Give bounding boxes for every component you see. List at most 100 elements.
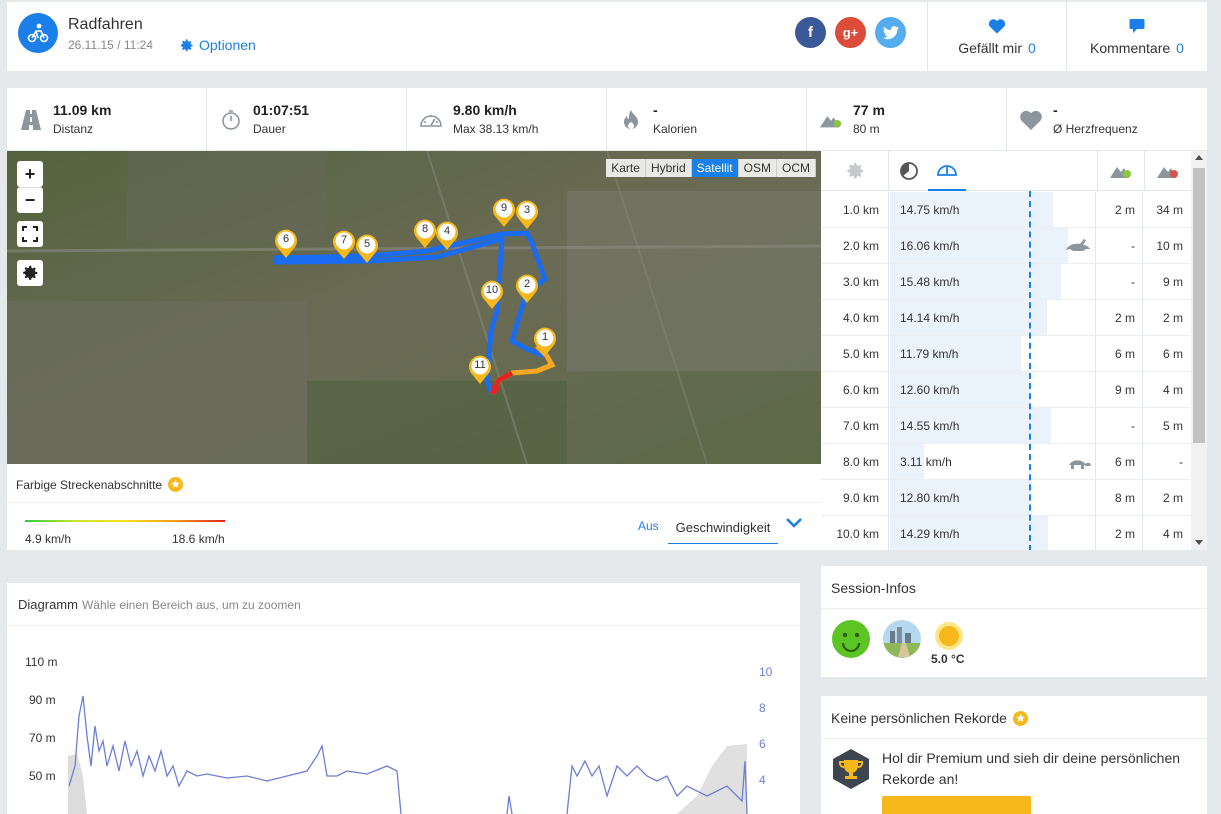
records-panel: Keine persönlichen Rekorde Hol dir Premi… [821, 696, 1207, 814]
route-marker[interactable]: 11 [468, 355, 492, 385]
diagram-header: Diagramm Wähle einen Bereich aus, um zu z… [18, 597, 301, 612]
records-text: Hol dir Premium und sieh dir deine persö… [882, 750, 1181, 787]
stat-label: Distanz [53, 122, 94, 136]
map-type-hybrid[interactable]: Hybrid [645, 159, 692, 177]
zoom-out-button[interactable]: − [17, 187, 43, 213]
split-row[interactable]: 7.0 km 14.55 km/h - 5 m [821, 408, 1191, 444]
split-row[interactable]: 9.0 km 12.80 km/h 8 m 2 m [821, 480, 1191, 516]
splits-scrollbar[interactable] [1191, 151, 1207, 550]
colored-segments-toggle[interactable]: Farbige Streckenabschnitte [16, 477, 184, 492]
split-row[interactable]: 1.0 km 14.75 km/h 2 m 34 m [821, 192, 1191, 228]
google-share-button[interactable]: g+ [835, 17, 866, 48]
route-marker-label: 1 [541, 331, 549, 343]
zoom-in-button[interactable]: + [17, 161, 43, 187]
options-button[interactable]: Optionen [179, 37, 256, 53]
stat-label: Max 38.13 km/h [453, 122, 539, 136]
split-elevation-loss: 6 m [1162, 346, 1183, 361]
options-label: Optionen [199, 37, 256, 53]
split-km: 10.0 km [821, 516, 889, 550]
split-row[interactable]: 10.0 km 14.29 km/h 2 m 4 m [821, 516, 1191, 550]
stat-calories: - Kalorien [607, 88, 807, 150]
route-marker[interactable]: 1 [533, 327, 557, 357]
route-marker[interactable]: 3 [515, 200, 539, 230]
split-km: 3.0 km [821, 264, 889, 299]
split-speed-cell: 11.79 km/h [890, 336, 1096, 371]
y-left-tick: 70 m [29, 731, 56, 745]
twitter-share-button[interactable] [875, 17, 906, 48]
route-marker[interactable]: 6 [274, 229, 298, 259]
split-row[interactable]: 8.0 km 3.11 km/h 6 m - [821, 444, 1191, 480]
map-type-ocm[interactable]: OCM [777, 159, 816, 177]
split-speed-cell: 14.75 km/h [890, 192, 1096, 227]
get-premium-button[interactable] [882, 796, 1031, 814]
split-row[interactable]: 2.0 km 16.06 km/h -10 m [821, 228, 1191, 264]
split-row[interactable]: 6.0 km 12.60 km/h 9 m 4 m [821, 372, 1191, 408]
split-speed-cell: 16.06 km/h [890, 228, 1096, 263]
coloring-off-button[interactable]: Aus [638, 519, 659, 533]
route-marker-label: 11 [474, 359, 486, 371]
map-type-karte[interactable]: Karte [606, 159, 646, 177]
diagram-chart[interactable]: 110 m 90 m 70 m 50 m 10 8 6 4 [7, 626, 800, 814]
split-elevation-gain: - [1097, 264, 1143, 299]
stat-elevation: 77 m 80 m [807, 88, 1007, 150]
stat-value: - [1053, 102, 1058, 118]
heart-icon [1019, 108, 1043, 132]
map-settings-button[interactable] [17, 260, 43, 286]
scroll-down-icon[interactable] [1195, 540, 1203, 545]
split-elevation-loss: 4 m [1162, 526, 1183, 541]
stat-label: Kalorien [653, 122, 698, 136]
scroll-up-icon[interactable] [1195, 155, 1203, 160]
fullscreen-button[interactable] [17, 221, 43, 247]
split-elevation-gain: - [1097, 408, 1143, 443]
split-km: 8.0 km [821, 444, 889, 479]
diagram-panel: Diagramm Wähle einen Bereich aus, um zu z… [7, 583, 800, 814]
chevron-down-icon[interactable] [785, 516, 803, 533]
elevation-down-icon [1157, 167, 1178, 178]
route-marker[interactable]: 5 [355, 234, 379, 264]
diagram-title: Diagramm [18, 597, 78, 612]
split-row[interactable]: 5.0 km 11.79 km/h 6 m 6 m [821, 336, 1191, 372]
route-marker[interactable]: 7 [332, 230, 356, 260]
y-left-tick: 50 m [29, 769, 56, 783]
speed-gradient-legend [25, 520, 225, 522]
route-marker[interactable]: 10 [480, 280, 504, 310]
route-marker[interactable]: 2 [515, 274, 539, 304]
split-speed: 3.11 km/h [900, 455, 952, 469]
map-type-osm[interactable]: OSM [738, 159, 777, 177]
tab-pace[interactable] [890, 151, 928, 191]
split-speed-cell: 15.48 km/h [890, 264, 1096, 299]
average-speed-line [1029, 191, 1031, 550]
scroll-thumb[interactable] [1193, 168, 1205, 443]
route-marker[interactable]: 8 [413, 219, 437, 249]
split-row[interactable]: 4.0 km 14.14 km/h 2 m 2 m [821, 300, 1191, 336]
elevation-area [677, 744, 747, 814]
comment-icon [1129, 18, 1145, 33]
split-speed: 12.60 km/h [900, 383, 960, 397]
comments-label: Kommentare [1090, 39, 1171, 56]
split-km: 7.0 km [821, 408, 889, 443]
y-right-tick: 10 [759, 665, 773, 679]
route-marker[interactable]: 4 [435, 221, 459, 251]
mixed-surface-icon [883, 620, 921, 658]
comments-button[interactable]: Kommentare 0 [1067, 2, 1207, 71]
session-info-panel: Session-Infos 5.0 °C [821, 566, 1207, 677]
split-row[interactable]: 3.0 km 15.48 km/h - 9 m [821, 264, 1191, 300]
route-marker[interactable]: 9 [492, 198, 516, 228]
map-type-satellit[interactable]: Satellit [691, 159, 739, 177]
diagram-hint: Wähle einen Bereich aus, um zu zoomen [81, 598, 301, 612]
splits-settings-button[interactable] [821, 151, 889, 191]
split-speed-cell: 14.55 km/h [890, 408, 1096, 443]
coloring-metric-label: Geschwindigkeit [675, 520, 771, 535]
gear-icon [846, 162, 863, 179]
like-button[interactable]: Gefällt mir 0 [928, 2, 1066, 71]
activity-date: 26.11.15 / 11:24 [68, 38, 153, 52]
sun-icon [935, 622, 963, 650]
coloring-metric-select[interactable]: Geschwindigkeit [668, 512, 778, 544]
comments-count: 0 [1176, 39, 1184, 56]
stat-label: Ø Herzfrequenz [1053, 122, 1138, 136]
stats-bar: 11.09 km Distanz 01:07:51 Dauer 9.80 km/… [7, 88, 1207, 150]
facebook-share-button[interactable]: f [795, 17, 826, 48]
tab-speed[interactable] [928, 151, 966, 191]
split-speed: 14.75 km/h [900, 203, 960, 217]
route-map[interactable]: + − Karte Hybrid Satellit OSM OCM 1 2 3 4 5 6… [7, 151, 821, 464]
